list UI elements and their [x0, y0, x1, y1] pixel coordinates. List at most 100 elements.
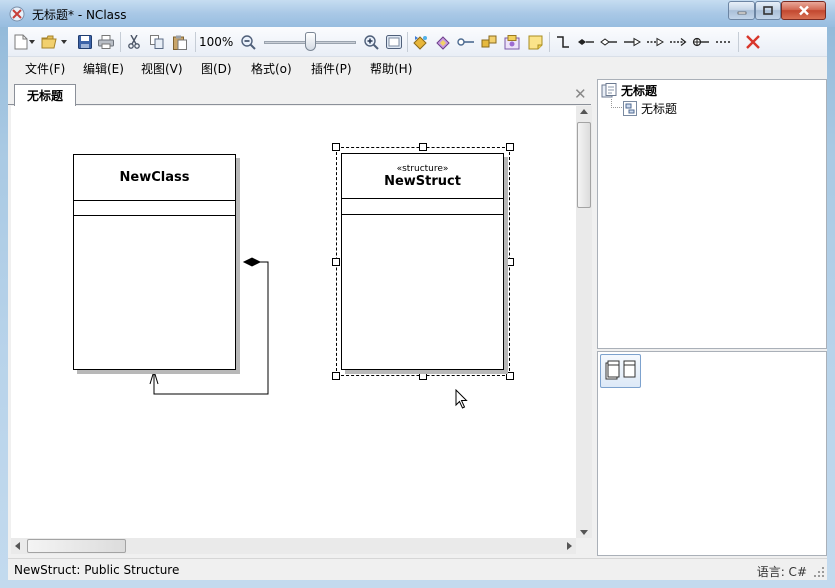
class-shape-newclass[interactable]: NewClass [73, 154, 236, 370]
zoom-slider-thumb[interactable] [305, 32, 316, 51]
new-document-icon [14, 34, 28, 50]
comment-relation-icon [716, 41, 732, 43]
title-bar[interactable]: 无标题* - NClass [0, 0, 835, 27]
toolbar-separator [407, 32, 408, 52]
toolbar-separator [120, 32, 121, 52]
add-struct-button[interactable] [434, 33, 452, 51]
add-comment-icon [528, 35, 542, 49]
status-language: 语言: C# [756, 565, 807, 579]
diagram-thumbnail-button[interactable] [600, 354, 641, 388]
save-button[interactable] [76, 33, 94, 51]
tree-project-label: 无标题 [621, 84, 658, 98]
dependency-icon [670, 38, 687, 46]
menu-plugins[interactable]: 插件(P) [311, 60, 352, 77]
generalization-button[interactable] [623, 33, 641, 51]
canvas-horizontal-scrollbar[interactable] [11, 538, 576, 554]
menu-format[interactable]: 格式(o) [251, 60, 292, 77]
resize-grip-icon[interactable] [813, 566, 825, 578]
struct-fields-section [342, 199, 503, 215]
diagram-canvas[interactable]: NewClass «structure» NewStruct [11, 106, 576, 538]
add-comment-button[interactable] [526, 33, 544, 51]
add-enum-icon [481, 35, 497, 48]
diagram-navigator [597, 351, 827, 556]
struct-shape-newstruct[interactable]: «structure» NewStruct [341, 153, 504, 370]
cut-icon [128, 35, 140, 49]
struct-name: NewStruct [384, 173, 461, 189]
scroll-down-icon[interactable] [580, 530, 588, 535]
status-bar: NewStruct: Public Structure 语言: C# [8, 558, 827, 580]
menu-edit[interactable]: 编辑(E) [83, 60, 124, 77]
nesting-button[interactable] [692, 33, 710, 51]
resize-handle-n[interactable] [419, 143, 427, 151]
close-button[interactable] [781, 1, 826, 20]
dependency-button[interactable] [669, 33, 687, 51]
menu-file[interactable]: 文件(F) [25, 60, 65, 77]
minimize-button[interactable] [728, 1, 755, 20]
zoom-in-button[interactable] [362, 33, 380, 51]
status-selection-text: NewStruct: Public Structure [14, 563, 180, 577]
maximize-button[interactable] [755, 1, 781, 20]
zoom-out-icon [240, 34, 256, 50]
add-enum-button[interactable] [480, 33, 498, 51]
vertical-scroll-thumb[interactable] [577, 122, 591, 208]
zoom-out-button[interactable] [239, 33, 257, 51]
toolbar-separator [195, 32, 196, 52]
menu-view[interactable]: 视图(V) [141, 60, 183, 77]
class-fields-section [74, 201, 235, 216]
model-explorer-tree[interactable]: 无标题 无标题 [597, 79, 827, 349]
copy-button[interactable] [148, 33, 166, 51]
open-button[interactable] [41, 33, 59, 51]
auto-zoom-button[interactable] [385, 33, 403, 51]
tree-diagram-label: 无标题 [641, 102, 678, 116]
close-document-icon[interactable]: ✕ [574, 85, 587, 103]
dropdown-arrow-icon [61, 40, 67, 44]
paste-icon [173, 35, 187, 50]
minimize-icon [737, 11, 746, 14]
print-button[interactable] [97, 33, 115, 51]
realization-button[interactable] [646, 33, 664, 51]
horizontal-scroll-thumb[interactable] [27, 539, 126, 553]
association-icon [557, 36, 569, 48]
toolbar-separator [738, 32, 739, 52]
menu-help[interactable]: 帮助(H) [370, 60, 412, 77]
new-dropdown-arrow[interactable] [28, 33, 36, 51]
paste-button[interactable] [171, 33, 189, 51]
tab-untitled[interactable]: 无标题 [14, 84, 76, 106]
resize-handle-nw[interactable] [332, 143, 340, 151]
tree-item-project[interactable]: 无标题 [601, 82, 657, 99]
aggregation-button[interactable] [600, 33, 618, 51]
composition-button[interactable] [577, 33, 595, 51]
aggregation-icon [600, 38, 617, 46]
add-delegate-button[interactable] [503, 33, 521, 51]
canvas-vertical-scrollbar[interactable] [576, 106, 592, 538]
dropdown-arrow-icon [29, 40, 35, 44]
delete-button[interactable] [744, 33, 762, 51]
comment-relation-button[interactable] [715, 33, 733, 51]
scroll-up-icon[interactable] [580, 109, 588, 114]
add-class-button[interactable] [411, 33, 429, 51]
scroll-right-icon[interactable] [567, 542, 572, 550]
resize-handle-ne[interactable] [506, 143, 514, 151]
generalization-icon [624, 37, 641, 47]
delete-icon [746, 35, 760, 49]
cut-button[interactable] [125, 33, 143, 51]
resize-handle-sw[interactable] [332, 372, 340, 380]
tree-connector [611, 107, 622, 108]
scroll-corner [576, 538, 592, 554]
class-diagram-thumbnail-icon [605, 360, 636, 380]
association-button[interactable] [554, 33, 572, 51]
add-interface-button[interactable] [457, 33, 475, 51]
resize-handle-w[interactable] [332, 258, 340, 266]
zoom-level-label: 100% [199, 35, 234, 49]
nclass-app-icon [9, 6, 25, 22]
resize-handle-e[interactable] [506, 258, 514, 266]
open-dropdown-arrow[interactable] [60, 33, 68, 51]
resize-handle-s[interactable] [419, 372, 427, 380]
scroll-left-icon[interactable] [15, 542, 20, 550]
resize-handle-se[interactable] [506, 372, 514, 380]
add-delegate-icon [504, 34, 520, 49]
struct-header: «structure» NewStruct [342, 154, 503, 199]
tree-item-diagram[interactable]: 无标题 [623, 100, 677, 117]
menu-diagram[interactable]: 图(D) [201, 60, 232, 77]
class-header: NewClass [74, 155, 235, 201]
